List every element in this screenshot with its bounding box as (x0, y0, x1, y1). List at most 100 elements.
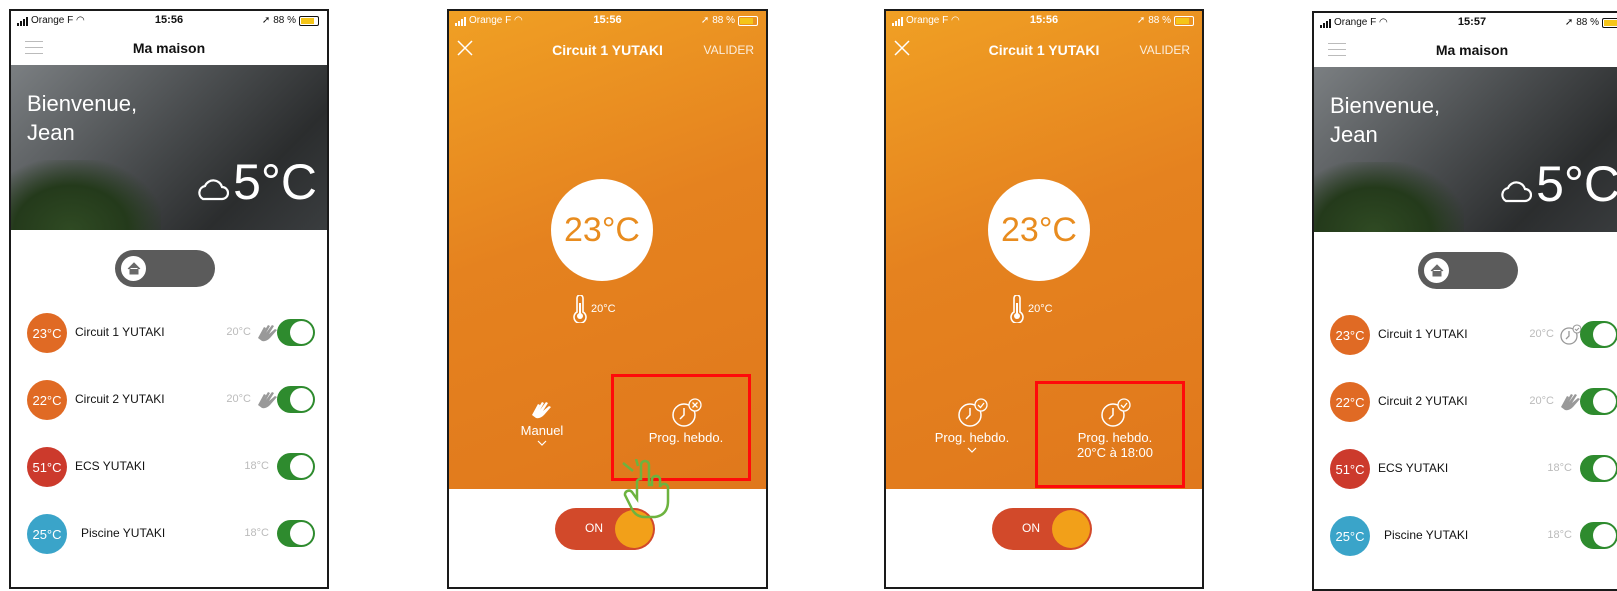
circuit-switch[interactable] (277, 520, 315, 547)
circuit-switch[interactable] (1580, 321, 1617, 348)
battery-label: 88 % (1148, 15, 1171, 26)
status-bar: Orange F ◠ 15:57 ➚ 88 % (1314, 13, 1617, 35)
outdoor-weather: 5°C (195, 153, 317, 211)
clock-check-icon (958, 398, 988, 427)
chevron-down-icon (967, 447, 977, 453)
highlight-box (1035, 381, 1185, 488)
outdoor-weather: 5°C (1498, 155, 1617, 213)
location-icon: ➚ (1136, 15, 1146, 26)
plant-image (1314, 162, 1464, 232)
circuit-switch[interactable] (1580, 522, 1617, 549)
list-item-circuit1[interactable]: 23°C Circuit 1 YUTAKI 20°C (11, 311, 327, 355)
list-item-ecs[interactable]: 51°C ECS YUTAKI 18°C (11, 445, 327, 489)
temp-badge: 22°C (27, 380, 67, 420)
list-item-circuit1[interactable]: 23°C Circuit 1 YUTAKI 20°C (1314, 313, 1617, 357)
circuit-switch[interactable] (277, 453, 315, 480)
setpoint-value: 20°C (591, 303, 616, 315)
current-temp: 23°C (551, 179, 653, 281)
location-icon: ➚ (261, 15, 271, 26)
welcome-banner: Bienvenue, Jean 5°C (1314, 67, 1617, 232)
list-item-pool[interactable]: 25°C Piscine YUTAKI 18°C (11, 512, 327, 556)
home-icon (119, 254, 148, 283)
circuit-name: Circuit 1 YUTAKI (75, 325, 165, 339)
power-label: ON (1022, 521, 1040, 535)
chevron-down-icon (537, 440, 547, 446)
power-label: ON (585, 521, 603, 535)
circuit-switch[interactable] (1580, 455, 1617, 482)
phone-screen-detail-manual: Orange F ◠ 15:56 ➚ 88 % Circuit 1 YUTAKI … (447, 9, 768, 589)
setpoint: 20°C (1529, 395, 1554, 407)
setpoint-display: 20°C (1010, 295, 1053, 323)
circuit-name: Circuit 2 YUTAKI (75, 392, 165, 406)
page-title: Ma maison (132, 40, 206, 56)
power-toggle[interactable]: ON (992, 508, 1092, 550)
circuit-switch[interactable] (277, 386, 315, 413)
plant-image (11, 160, 161, 230)
battery-icon (299, 15, 319, 26)
list-item-ecs[interactable]: 51°C ECS YUTAKI 18°C (1314, 447, 1617, 491)
status-bar: Orange F ◠ 15:56 ➚ 88 % (886, 11, 1202, 33)
setpoint-value: 20°C (1028, 303, 1053, 315)
current-temp: 23°C (988, 179, 1090, 281)
setpoint-display: 20°C (573, 295, 616, 323)
navbar: Ma maison (1314, 35, 1617, 65)
setpoint: 18°C (1547, 529, 1572, 541)
list-item-circuit2[interactable]: 22°C Circuit 2 YUTAKI 20°C (1314, 380, 1617, 424)
mode-selector-button[interactable]: Prog. hebdo. (922, 398, 1022, 453)
navbar: Circuit 1 YUTAKI VALIDER (449, 33, 766, 63)
phone-screen-home-before: Orange F ◠ 15:56 ➚ 88 % Ma maison Bienven… (9, 9, 329, 589)
battery-icon (1174, 15, 1194, 26)
validate-button[interactable]: VALIDER (1140, 43, 1190, 57)
battery-label: 88 % (273, 15, 296, 26)
location-icon: ➚ (700, 15, 710, 26)
cloud-icon (1501, 181, 1533, 203)
welcome-banner: Bienvenue, Jean 5°C (11, 65, 327, 230)
presence-toggle[interactable] (115, 250, 215, 287)
mode-manual-button[interactable]: Manuel (505, 399, 579, 446)
setpoint: 18°C (1547, 462, 1572, 474)
cloud-icon (198, 179, 230, 201)
setpoint: 18°C (244, 460, 269, 472)
list-item-pool[interactable]: 25°C Piscine YUTAKI 18°C (1314, 514, 1617, 558)
navbar: Circuit 1 YUTAKI VALIDER (886, 33, 1202, 63)
thermometer-icon (573, 295, 587, 323)
welcome-text: Bienvenue, Jean (27, 91, 138, 145)
circuit-switch[interactable] (277, 319, 315, 346)
temp-badge: 51°C (27, 447, 67, 487)
temp-badge: 23°C (27, 313, 67, 353)
setpoint: 18°C (244, 527, 269, 539)
mode-manual-label: Manuel (520, 423, 564, 438)
hand-icon (532, 402, 551, 419)
temp-badge: 22°C (1330, 382, 1370, 422)
circuit-name: Piscine YUTAKI (81, 526, 166, 540)
detail-panel: Orange F ◠ 15:56 ➚ 88 % Circuit 1 YUTAKI … (886, 11, 1202, 489)
circuit-switch[interactable] (1580, 388, 1617, 415)
battery-icon (738, 15, 758, 26)
circuit-name: ECS YUTAKI (1378, 461, 1449, 475)
phone-screen-detail-prog: Orange F ◠ 15:56 ➚ 88 % Circuit 1 YUTAKI … (884, 9, 1204, 589)
circuit-name: Circuit 1 YUTAKI (1378, 327, 1468, 341)
list-item-circuit2[interactable]: 22°C Circuit 2 YUTAKI 20°C (11, 378, 327, 422)
navbar: Ma maison (11, 33, 327, 63)
battery-label: 88 % (712, 15, 735, 26)
power-knob (1052, 510, 1090, 548)
temp-badge: 25°C (27, 514, 67, 554)
temp-badge: 23°C (1330, 315, 1370, 355)
tap-gesture-icon (619, 459, 670, 519)
thermometer-icon (1010, 295, 1024, 323)
temp-badge: 51°C (1330, 449, 1370, 489)
setpoint: 20°C (1529, 328, 1554, 340)
status-bar: Orange F ◠ 15:56 ➚ 88 % (449, 11, 766, 33)
battery-label: 88 % (1576, 17, 1599, 28)
welcome-text: Bienvenue, Jean (1330, 93, 1441, 147)
circuit-name: ECS YUTAKI (75, 459, 146, 473)
setpoint: 20°C (226, 393, 251, 405)
phone-screen-home-after: Orange F ◠ 15:57 ➚ 88 % Ma maison Bienven… (1312, 11, 1617, 591)
validate-button[interactable]: VALIDER (704, 43, 754, 57)
presence-toggle[interactable] (1418, 252, 1518, 289)
circuit-name: Piscine YUTAKI (1384, 528, 1469, 542)
home-icon (1422, 256, 1451, 285)
outdoor-temp: 5°C (1536, 156, 1617, 212)
circuit-name: Circuit 2 YUTAKI (1378, 394, 1468, 408)
page-title: Ma maison (1435, 42, 1509, 58)
